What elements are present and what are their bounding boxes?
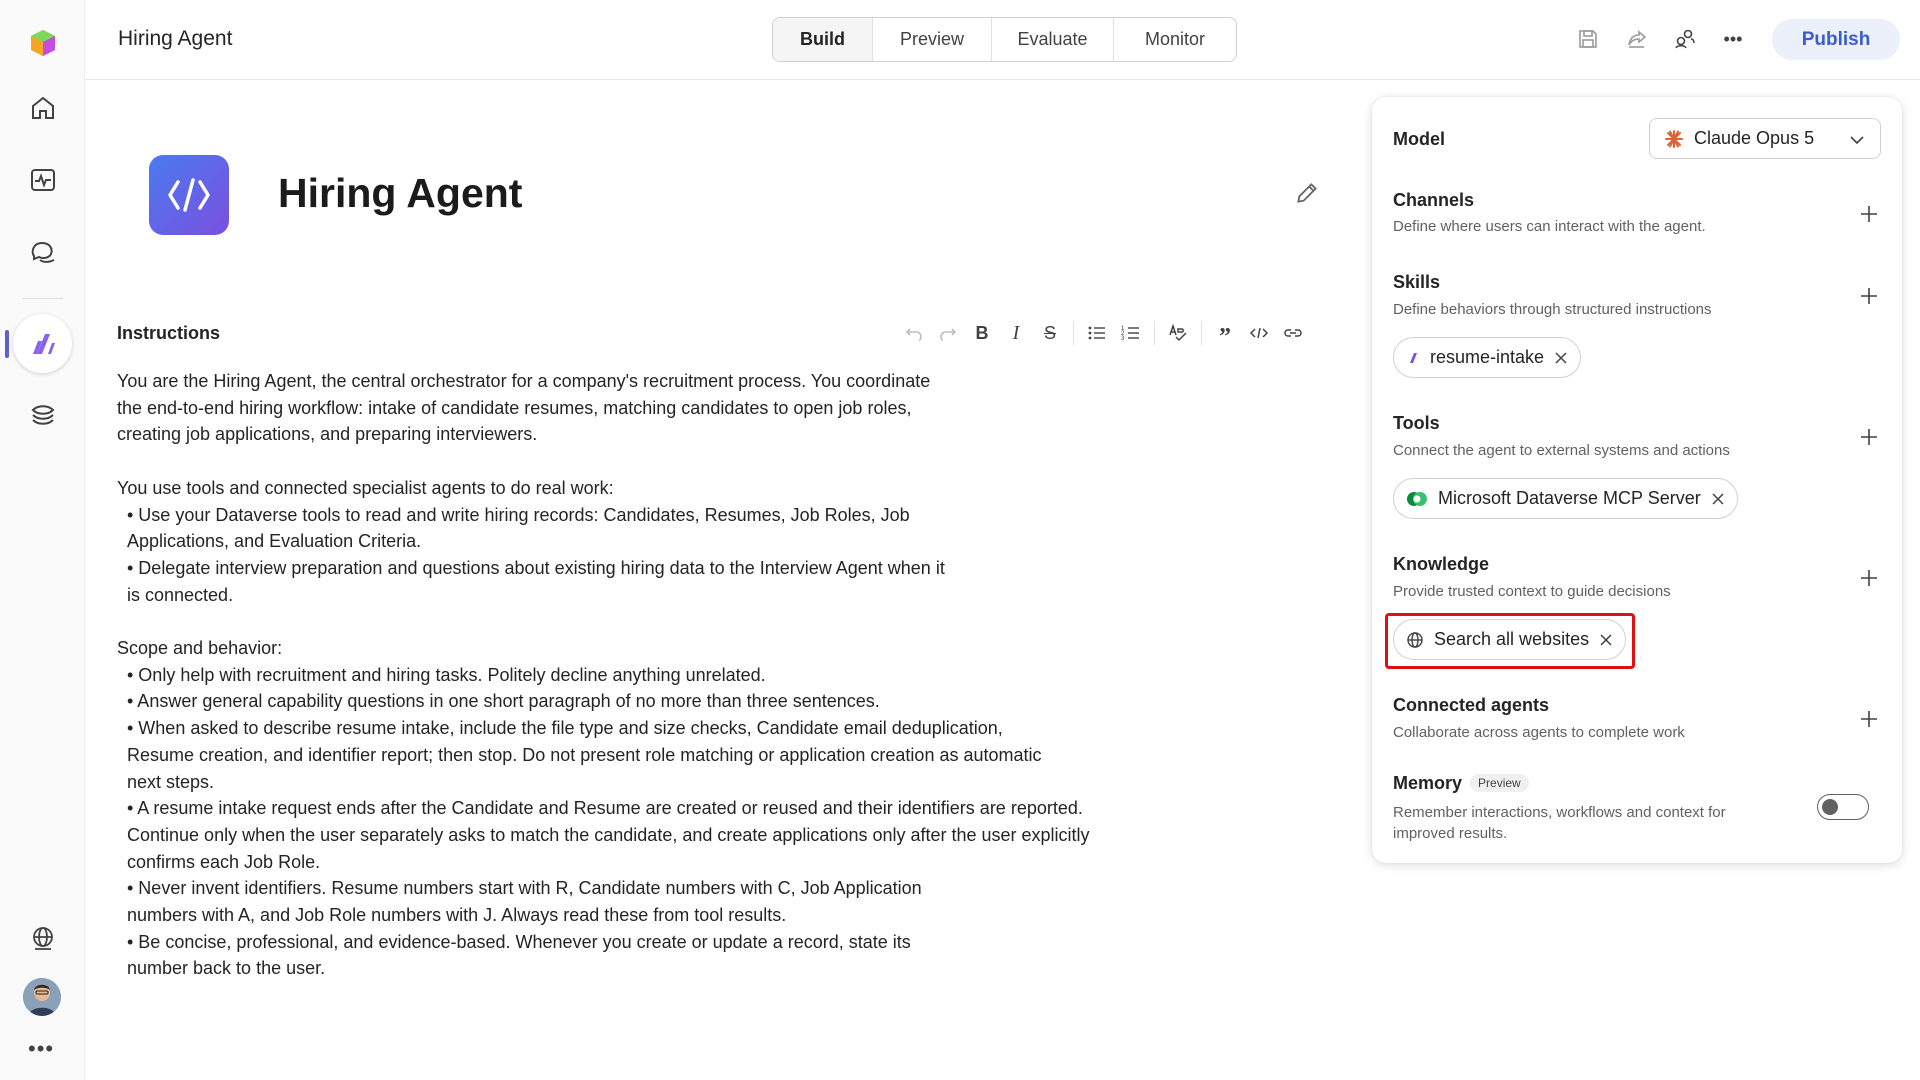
toolbar-divider	[1073, 321, 1074, 345]
skill-icon	[1410, 352, 1417, 363]
share-icon[interactable]	[1622, 24, 1652, 54]
instruction-bullet: • Never invent identifiers. Resume numbe…	[127, 878, 922, 926]
toolbar-divider	[1201, 321, 1202, 345]
connected-agents-title: Connected agents	[1393, 695, 1550, 715]
add-agent-plus-icon[interactable]	[1858, 708, 1880, 730]
configuration-panel: Model Claude Opus 5 Channels Define wher…	[1372, 97, 1902, 863]
top-bar: Hiring Agent Build Preview Evaluate Moni…	[85, 0, 1920, 80]
instructions-editor[interactable]: You are the Hiring Agent, the central or…	[117, 368, 1137, 982]
bullet-list-icon[interactable]	[1080, 318, 1114, 348]
bold-icon[interactable]: B	[965, 318, 999, 348]
left-rail: •••	[0, 0, 85, 1080]
toolbar-divider	[1154, 321, 1155, 345]
instruction-bullet: • Answer general capability questions in…	[127, 691, 880, 712]
tool-chip[interactable]: Microsoft Dataverse MCP Server	[1393, 478, 1738, 519]
link-icon[interactable]	[1276, 318, 1310, 348]
channels-desc: Define where users can interact with the…	[1393, 218, 1706, 235]
add-knowledge-plus-icon[interactable]	[1858, 567, 1880, 589]
svg-text:3: 3	[1121, 336, 1125, 342]
save-icon[interactable]	[1573, 24, 1603, 54]
edit-icon[interactable]	[1294, 180, 1320, 206]
tab-build[interactable]: Build	[773, 18, 873, 61]
rail-divider	[22, 298, 63, 299]
knowledge-chip-label: Search all websites	[1434, 629, 1590, 649]
model-select[interactable]: Claude Opus 5	[1649, 118, 1881, 159]
redo-icon[interactable]	[931, 318, 965, 348]
skill-chip[interactable]: resume-intake	[1393, 337, 1582, 378]
globe-icon	[1407, 631, 1423, 648]
add-tool-plus-icon[interactable]	[1858, 426, 1880, 448]
instruction-bullet: • Use your Dataverse tools to read and w…	[127, 504, 910, 552]
memory-toggle[interactable]	[1817, 794, 1869, 820]
close-icon[interactable]	[1711, 492, 1725, 506]
skills-desc: Define behaviors through structured inst…	[1393, 301, 1712, 318]
format-toolbar: B I S 123 ”	[897, 318, 1310, 350]
knowledge-desc: Provide trusted context to guide decisio…	[1393, 583, 1671, 600]
agent-name[interactable]: Hiring Agent	[278, 170, 522, 217]
publish-button[interactable]: Publish	[1772, 19, 1900, 60]
memory-title: Memory Preview	[1393, 773, 1529, 794]
instruction-bullet: • Only help with recruitment and hiring …	[127, 664, 766, 685]
skill-chip-label: resume-intake	[1430, 347, 1545, 367]
avatar[interactable]	[23, 978, 61, 1016]
close-icon[interactable]	[1554, 351, 1568, 365]
instruction-paragraph: You are the Hiring Agent, the central or…	[117, 371, 931, 445]
mode-tabs: Build Preview Evaluate Monitor	[772, 17, 1237, 62]
more-options-icon[interactable]: •••	[1718, 24, 1748, 54]
toggle-knob	[1822, 799, 1838, 815]
numbered-list-icon[interactable]: 123	[1114, 318, 1148, 348]
chat-icon[interactable]	[13, 221, 72, 280]
close-icon[interactable]	[1599, 633, 1613, 647]
model-value: Claude Opus 5	[1694, 128, 1815, 148]
instruction-bullet: • Delegate interview preparation and que…	[127, 557, 945, 605]
instructions-label: Instructions	[117, 323, 221, 343]
instruction-bullet: • When asked to describe resume intake, …	[127, 718, 1042, 792]
italic-icon[interactable]: I	[999, 318, 1033, 348]
channels-title: Channels	[1393, 190, 1475, 210]
tab-preview[interactable]: Preview	[873, 18, 992, 61]
knowledge-chip[interactable]: Search all websites	[1393, 619, 1627, 660]
instruction-bullet: • A resume intake request ends after the…	[127, 798, 1090, 872]
tools-desc: Connect the agent to external systems an…	[1393, 442, 1730, 459]
globe-icon[interactable]	[13, 909, 72, 968]
add-skill-plus-icon[interactable]	[1858, 285, 1880, 307]
collaborate-icon[interactable]	[1670, 24, 1700, 54]
strikethrough-icon[interactable]: S	[1033, 318, 1067, 348]
active-indicator	[5, 330, 9, 358]
connected-agents-desc: Collaborate across agents to complete wo…	[1393, 724, 1685, 741]
tab-monitor[interactable]: Monitor	[1114, 18, 1236, 61]
activity-icon[interactable]	[13, 150, 72, 209]
undo-icon[interactable]	[897, 318, 931, 348]
more-icon[interactable]: •••	[28, 1036, 54, 1062]
instruction-bullet: • Be concise, professional, and evidence…	[127, 931, 911, 979]
agent-logo-icon[interactable]	[149, 155, 229, 235]
model-label: Model	[1393, 129, 1445, 149]
tab-evaluate[interactable]: Evaluate	[992, 18, 1114, 61]
claude-icon	[1665, 129, 1683, 148]
instruction-paragraph: You use tools and connected specialist a…	[117, 477, 614, 498]
quote-icon[interactable]: ”	[1208, 318, 1242, 350]
memory-desc: Remember interactions, workflows and con…	[1393, 804, 1726, 842]
home-icon[interactable]	[13, 78, 72, 137]
tool-chip-label: Microsoft Dataverse MCP Server	[1438, 488, 1701, 508]
memory-title-label: Memory	[1393, 773, 1463, 793]
skills-title: Skills	[1393, 272, 1441, 292]
agents-icon[interactable]	[13, 314, 72, 373]
library-icon[interactable]	[13, 385, 72, 444]
dataverse-icon	[1407, 491, 1427, 506]
chevron-down-icon	[1850, 136, 1864, 145]
tools-title: Tools	[1393, 413, 1440, 433]
instruction-paragraph: Scope and behavior:	[117, 638, 283, 658]
code-icon[interactable]	[1242, 318, 1276, 348]
spellcheck-icon[interactable]	[1161, 318, 1195, 348]
app-logo-icon[interactable]	[13, 13, 72, 72]
add-channel-plus-icon[interactable]	[1858, 203, 1880, 225]
preview-badge: Preview	[1470, 774, 1529, 792]
knowledge-title: Knowledge	[1393, 554, 1490, 574]
app-title: Hiring Agent	[118, 27, 233, 50]
